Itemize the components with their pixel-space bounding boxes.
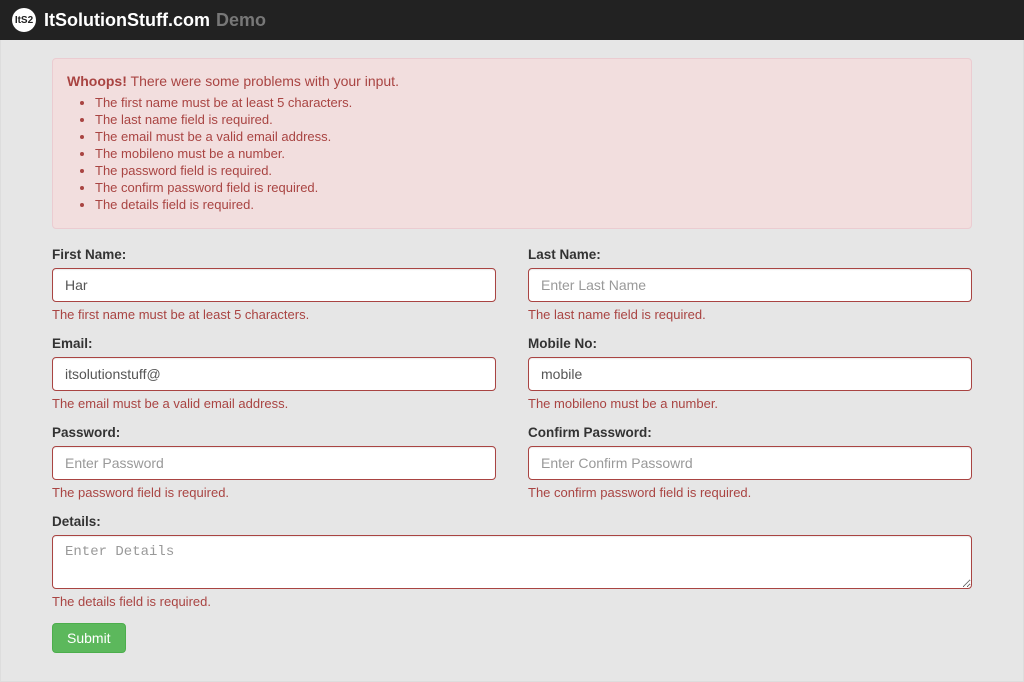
confirm-password-error: The confirm password field is required. (528, 485, 972, 500)
mobile-field[interactable] (528, 357, 972, 391)
brand-name[interactable]: ItSolutionStuff.com (44, 10, 210, 31)
brand-suffix: Demo (216, 10, 266, 31)
confirm-password-field[interactable] (528, 446, 972, 480)
alert-error-item: The details field is required. (95, 197, 957, 212)
last-name-field[interactable] (528, 268, 972, 302)
email-group: Email: The email must be a valid email a… (52, 336, 496, 411)
first-name-field[interactable] (52, 268, 496, 302)
details-error: The details field is required. (52, 594, 972, 609)
navbar: ItS2 ItSolutionStuff.com Demo (0, 0, 1024, 40)
alert-error-item: The mobileno must be a number. (95, 146, 957, 161)
last-name-error: The last name field is required. (528, 307, 972, 322)
email-label: Email: (52, 336, 496, 351)
first-name-error: The first name must be at least 5 charac… (52, 307, 496, 322)
confirm-password-group: Confirm Password: The confirm password f… (528, 425, 972, 500)
alert-error-item: The password field is required. (95, 163, 957, 178)
first-name-group: First Name: The first name must be at le… (52, 247, 496, 322)
alert-heading: Whoops! (67, 73, 127, 89)
form-container: Whoops! There were some problems with yo… (32, 40, 992, 671)
error-alert: Whoops! There were some problems with yo… (52, 58, 972, 229)
first-name-label: First Name: (52, 247, 496, 262)
password-label: Password: (52, 425, 496, 440)
details-label: Details: (52, 514, 972, 529)
alert-message: There were some problems with your input… (131, 73, 399, 89)
alert-error-item: The last name field is required. (95, 112, 957, 127)
alert-error-item: The email must be a valid email address. (95, 129, 957, 144)
last-name-label: Last Name: (528, 247, 972, 262)
confirm-password-label: Confirm Password: (528, 425, 972, 440)
password-field[interactable] (52, 446, 496, 480)
submit-button[interactable]: Submit (52, 623, 126, 653)
alert-error-item: The confirm password field is required. (95, 180, 957, 195)
mobile-group: Mobile No: The mobileno must be a number… (528, 336, 972, 411)
logo-icon: ItS2 (12, 8, 36, 32)
last-name-group: Last Name: The last name field is requir… (528, 247, 972, 322)
password-group: Password: The password field is required… (52, 425, 496, 500)
alert-error-list: The first name must be at least 5 charac… (95, 95, 957, 212)
password-error: The password field is required. (52, 485, 496, 500)
email-error: The email must be a valid email address. (52, 396, 496, 411)
details-field[interactable] (52, 535, 972, 589)
details-group: Details: The details field is required. (52, 514, 972, 609)
mobile-label: Mobile No: (528, 336, 972, 351)
mobile-error: The mobileno must be a number. (528, 396, 972, 411)
alert-error-item: The first name must be at least 5 charac… (95, 95, 957, 110)
email-field[interactable] (52, 357, 496, 391)
